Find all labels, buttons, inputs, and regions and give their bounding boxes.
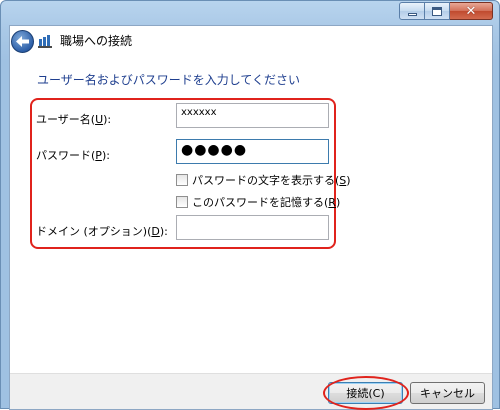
cancel-button[interactable]: キャンセル: [410, 382, 485, 404]
domain-input[interactable]: [176, 215, 329, 240]
remember-password-label: このパスワードを記憶する(R): [192, 196, 341, 209]
connect-highlight-ring: [323, 376, 409, 410]
minimize-button[interactable]: [399, 2, 425, 20]
nav-title-group: 職場への接続: [38, 32, 132, 49]
window-frame: ✕ 職場への接続 ユーザー名およびパスワードを入力してください ユーザー名(U)…: [0, 0, 500, 410]
maximize-button[interactable]: [425, 2, 450, 20]
network-icon: [38, 34, 54, 48]
close-button[interactable]: ✕: [450, 2, 493, 20]
remember-password-checkbox[interactable]: [176, 196, 188, 208]
password-value: ●●●●●: [181, 142, 248, 158]
password-input[interactable]: ●●●●●: [176, 139, 329, 164]
dialog-content: 職場への接続 ユーザー名およびパスワードを入力してください ユーザー名(U): …: [9, 25, 493, 410]
title-bar[interactable]: ✕: [1, 1, 500, 25]
show-characters-row[interactable]: パスワードの文字を表示する(S): [176, 172, 351, 188]
username-label: ユーザー名(U):: [36, 113, 112, 126]
back-arrow-icon: [16, 36, 29, 47]
show-characters-label: パスワードの文字を表示する(S): [192, 174, 351, 187]
password-label: パスワード(P):: [36, 149, 110, 162]
username-input[interactable]: xxxxxx: [176, 103, 329, 128]
instruction-heading: ユーザー名およびパスワードを入力してください: [37, 73, 301, 87]
remember-password-row[interactable]: このパスワードを記憶する(R): [176, 194, 340, 210]
button-bar: 接続(C) キャンセル: [10, 373, 492, 410]
username-value: xxxxxx: [181, 107, 217, 118]
maximize-icon: [432, 6, 442, 16]
back-button[interactable]: [11, 30, 34, 53]
minimize-icon: [407, 13, 417, 16]
show-characters-checkbox[interactable]: [176, 174, 188, 186]
close-icon: ✕: [465, 3, 477, 19]
window-title: 職場への接続: [60, 34, 133, 48]
domain-label: ドメイン (オプション)(D):: [36, 225, 168, 238]
nav-bar: 職場への接続: [10, 26, 492, 56]
caption-buttons: ✕: [399, 2, 493, 20]
